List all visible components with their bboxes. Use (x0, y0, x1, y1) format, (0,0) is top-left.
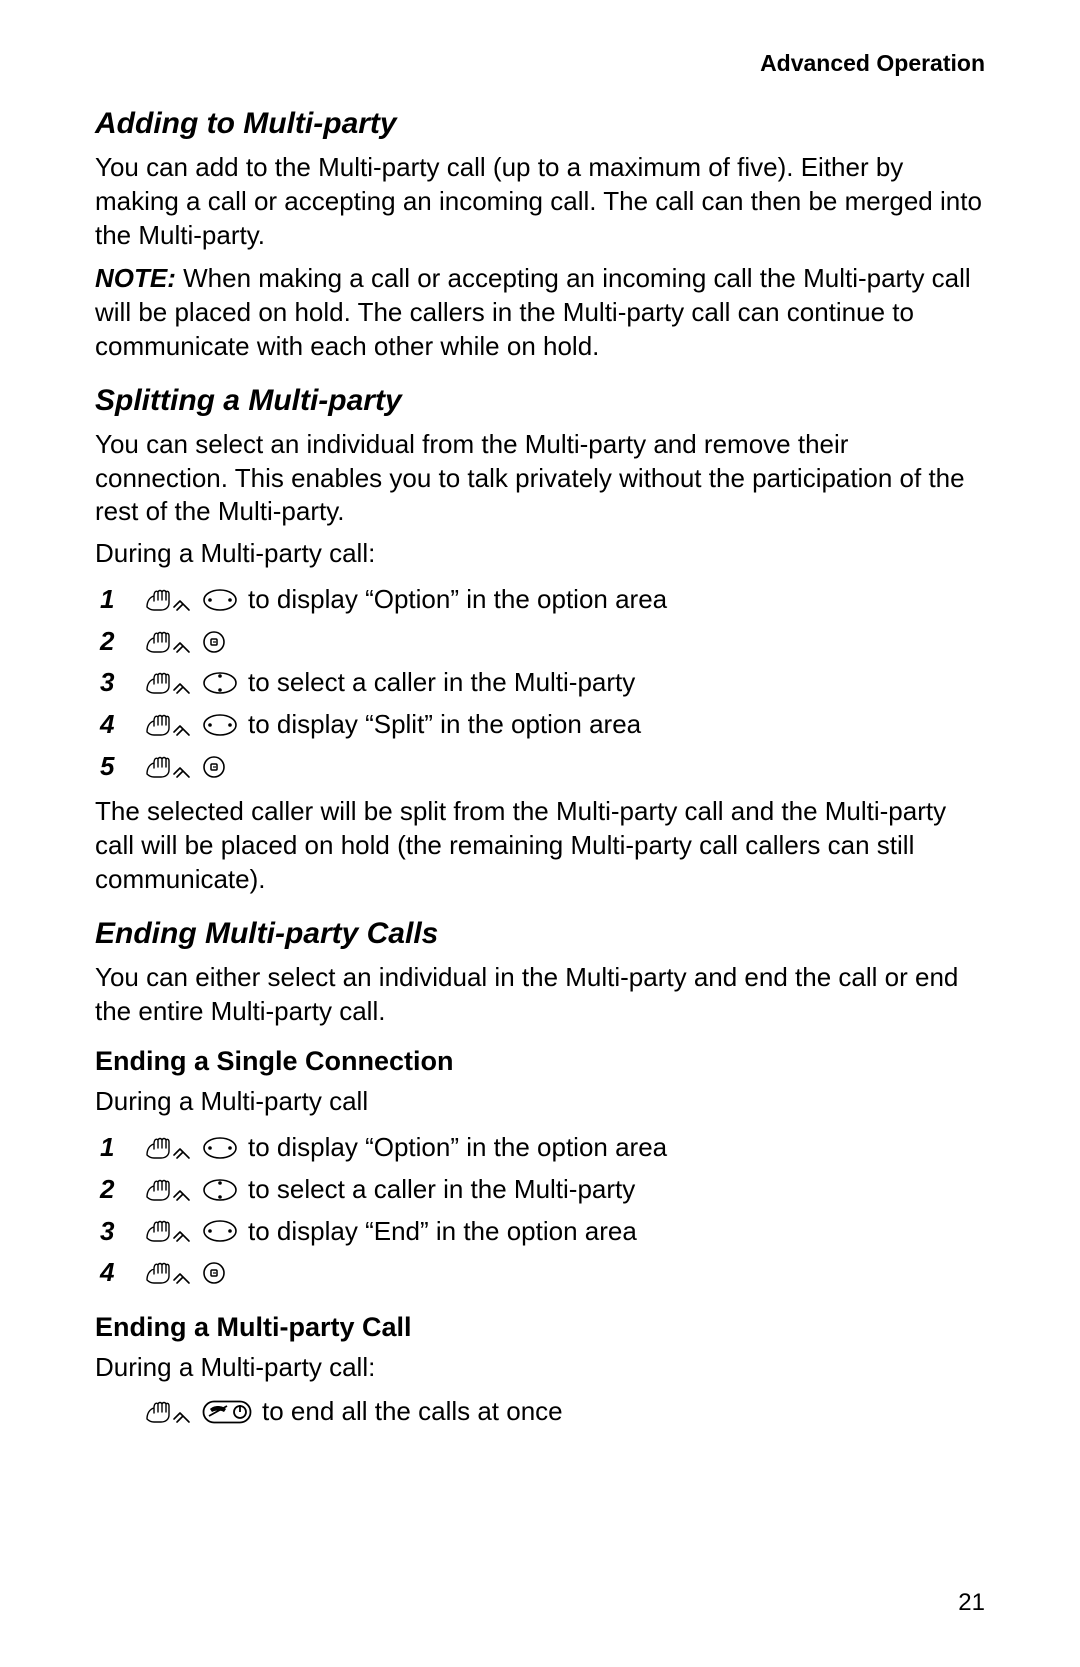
step-number: 3 (100, 1213, 140, 1251)
step-item: 3 to display “End” in the option area (95, 1211, 985, 1253)
press-hand-icon (144, 629, 194, 655)
select-key-icon (202, 630, 226, 654)
note-adding: NOTE: When making a call or accepting an… (95, 262, 985, 363)
note-label: NOTE: (95, 263, 176, 293)
press-hand-icon (144, 587, 194, 613)
step-text: to display “End” in the option area (248, 1213, 637, 1251)
subheading-multi: Ending a Multi-party Call (95, 1312, 985, 1343)
step-text: to display “Option” in the option area (248, 1129, 667, 1167)
section-title-ending: Ending Multi-party Calls (95, 917, 985, 951)
step-number: 5 (100, 748, 140, 786)
running-header: Advanced Operation (95, 50, 985, 77)
body-splitting: You can select an individual from the Mu… (95, 428, 985, 529)
step-item: 4 to display “Split” in the option area (95, 704, 985, 746)
section-title-splitting: Splitting a Multi-party (95, 384, 985, 418)
step-item: 1 to display “Option” in the option area (95, 1127, 985, 1169)
step-item: 2 (95, 621, 985, 663)
nav-left-right-icon (202, 1136, 238, 1160)
step-number: 1 (100, 1129, 140, 1167)
step-item: 5 (95, 746, 985, 788)
step-number: 4 (100, 706, 140, 744)
step-text: to select a caller in the Multi-party (248, 664, 635, 702)
press-hand-icon (144, 1399, 194, 1425)
step-text: to end all the calls at once (262, 1393, 563, 1431)
manual-page: Advanced Operation Adding to Multi-party… (0, 0, 1080, 1667)
step-item: 4 (95, 1252, 985, 1294)
body-ending: You can either select an individual in t… (95, 961, 985, 1029)
press-hand-icon (144, 1177, 194, 1203)
press-hand-icon (144, 712, 194, 738)
press-hand-icon (144, 1260, 194, 1286)
steps-ending-single: 1 to display “Option” in the option area… (95, 1127, 985, 1294)
steps-splitting: 1 to display “Option” in the option area… (95, 579, 985, 787)
step-item: 1 to display “Option” in the option area (95, 579, 985, 621)
after-splitting: The selected caller will be split from t… (95, 795, 985, 896)
step-number: 1 (100, 581, 140, 619)
body-adding: You can add to the Multi-party call (up … (95, 151, 985, 252)
step-number: 3 (100, 664, 140, 702)
step-text: to display “Option” in the option area (248, 581, 667, 619)
intro-single: During a Multi-party call (95, 1085, 985, 1119)
select-key-icon (202, 755, 226, 779)
press-hand-icon (144, 670, 194, 696)
nav-left-right-icon (202, 588, 238, 612)
page-number: 21 (958, 1589, 985, 1617)
step-number: 2 (100, 623, 140, 661)
step-end-all: to end all the calls at once (95, 1393, 985, 1431)
subheading-single: Ending a Single Connection (95, 1046, 985, 1077)
step-text: to display “Split” in the option area (248, 706, 641, 744)
step-number: 4 (100, 1254, 140, 1292)
section-title-adding: Adding to Multi-party (95, 107, 985, 141)
nav-up-down-icon (202, 671, 238, 695)
step-text: to select a caller in the Multi-party (248, 1171, 635, 1209)
nav-left-right-icon (202, 1219, 238, 1243)
note-body: When making a call or accepting an incom… (95, 263, 971, 361)
select-key-icon (202, 1261, 226, 1285)
nav-up-down-icon (202, 1178, 238, 1202)
step-number: 2 (100, 1171, 140, 1209)
intro-splitting: During a Multi-party call: (95, 537, 985, 571)
press-hand-icon (144, 1135, 194, 1161)
press-hand-icon (144, 1218, 194, 1244)
nav-left-right-icon (202, 713, 238, 737)
step-item: 2 to select a caller in the Multi-party (95, 1169, 985, 1211)
intro-multi: During a Multi-party call: (95, 1351, 985, 1385)
press-hand-icon (144, 754, 194, 780)
step-item: 3 to select a caller in the Multi-party (95, 662, 985, 704)
end-call-key-icon (202, 1400, 252, 1424)
